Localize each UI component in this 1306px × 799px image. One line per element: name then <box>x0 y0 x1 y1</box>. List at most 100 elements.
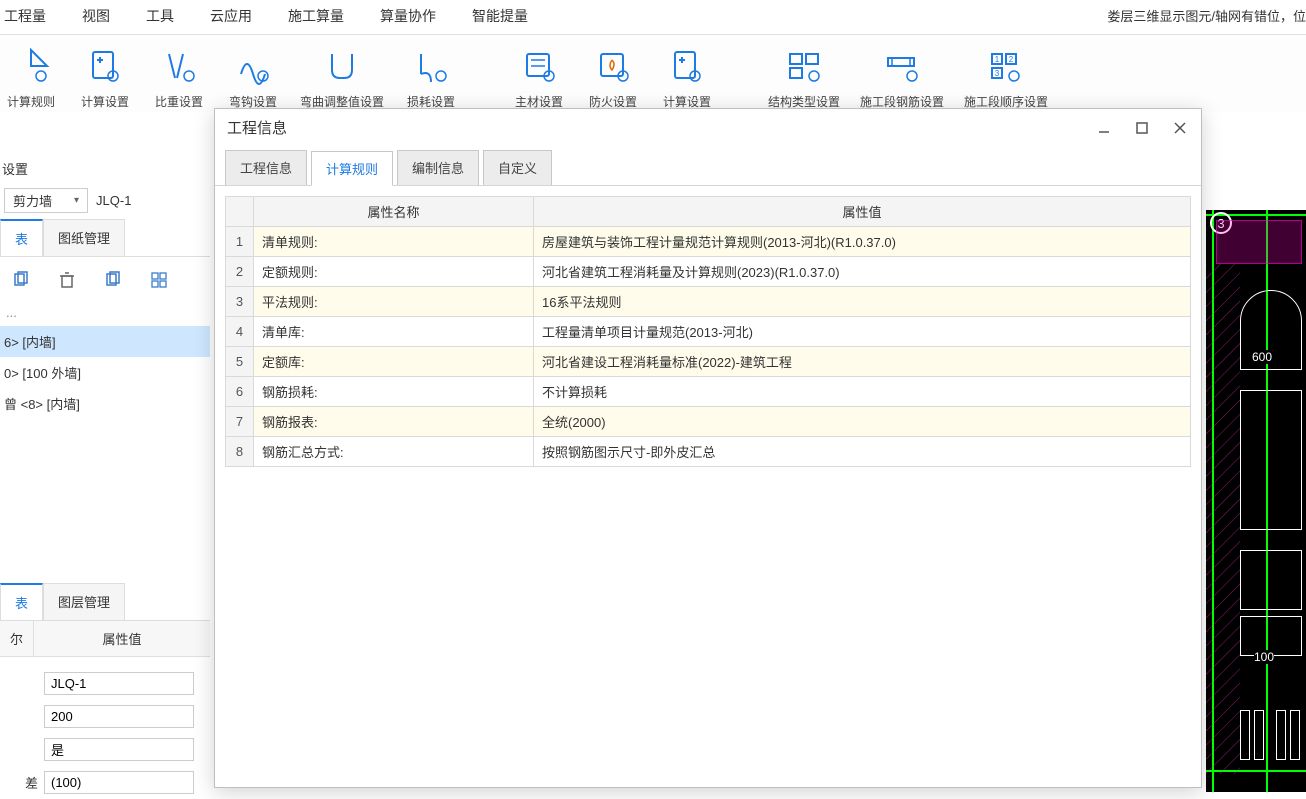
cell-attr-value[interactable]: 河北省建设工程消耗量标准(2022)-建筑工程 <box>534 347 1191 377</box>
status-text: 娄层三维显示图元/轴网有错位，位 <box>1107 6 1306 25</box>
search-placeholder[interactable]: ... <box>0 303 210 322</box>
tab-properties[interactable]: 表 <box>0 583 43 620</box>
wall-type-value: 剪力墙 <box>13 191 52 210</box>
menu-smart-extract[interactable]: 智能提量 <box>468 6 532 26</box>
table-row[interactable]: 3平法规则:16系平法规则 <box>226 287 1191 317</box>
prop-header-value: 属性值 <box>34 621 210 656</box>
component-tree: 6> [内墙] 0> [100 外墙] 曾 <8> [内墙] <box>0 322 210 423</box>
menu-engineering-qty[interactable]: 工程量 <box>0 6 50 26</box>
ribbon-calc-settings[interactable]: 计算设置 <box>78 45 132 110</box>
prop-row <box>0 667 210 700</box>
close-button[interactable] <box>1171 119 1189 137</box>
prop-row: 差 <box>0 766 210 799</box>
row-number: 3 <box>226 287 254 317</box>
ribbon-calc-rules[interactable]: 计算规则 <box>4 45 58 110</box>
ribbon-fire-settings[interactable]: 防火设置 <box>586 45 640 110</box>
calc-rules-table: 属性名称 属性值 1清单规则:房屋建筑与装饰工程计量规范计算规则(2013-河北… <box>225 196 1191 467</box>
calc-cfg-icon <box>666 45 708 87</box>
row-number: 2 <box>226 257 254 287</box>
tree-item[interactable]: 0> [100 外墙] <box>0 357 210 388</box>
dlg-tab-project-info[interactable]: 工程信息 <box>225 150 307 185</box>
cell-attr-name: 平法规则: <box>254 287 534 317</box>
cell-attr-value[interactable]: 16系平法规则 <box>534 287 1191 317</box>
paste-icon[interactable] <box>104 271 122 289</box>
ratio-icon <box>158 45 200 87</box>
cell-attr-value[interactable]: 工程量清单项目计量规范(2013-河北) <box>534 317 1191 347</box>
menu-view[interactable]: 视图 <box>78 6 114 26</box>
maximize-button[interactable] <box>1133 119 1151 137</box>
svg-text:2: 2 <box>1009 55 1014 64</box>
prop-label: 差 <box>4 773 38 792</box>
cell-attr-name: 清单库: <box>254 317 534 347</box>
th-attr-value: 属性值 <box>534 197 1191 227</box>
table-row[interactable]: 2定额规则:河北省建筑工程消耗量及计算规则(2023)(R1.0.37.0) <box>226 257 1191 287</box>
dlg-tab-custom[interactable]: 自定义 <box>483 150 552 185</box>
menu-qty-collab[interactable]: 算量协作 <box>376 6 440 26</box>
bend-icon <box>232 45 274 87</box>
prop-row <box>0 700 210 733</box>
table-row[interactable]: 7钢筋报表:全统(2000) <box>226 407 1191 437</box>
svg-text:1: 1 <box>995 55 1000 64</box>
ribbon-bend-adj[interactable]: 弯曲调整值设置 <box>300 45 384 110</box>
drawing-canvas[interactable]: 3 600 100 <box>1206 210 1306 792</box>
tree-item[interactable]: 曾 <8> [内墙] <box>0 388 210 419</box>
cell-attr-value[interactable]: 全统(2000) <box>534 407 1191 437</box>
table-corner <box>226 197 254 227</box>
ribbon-struct-type[interactable]: 结构类型设置 <box>768 45 840 110</box>
copy-icon[interactable] <box>12 271 30 289</box>
tab-drawing-management[interactable]: 图纸管理 <box>43 219 125 256</box>
cell-attr-name: 钢筋损耗: <box>254 377 534 407</box>
tab-layer-mgmt[interactable]: 图层管理 <box>43 583 125 620</box>
prop-input-name[interactable] <box>44 672 194 695</box>
ribbon-ratio-settings[interactable]: 比重设置 <box>152 45 206 110</box>
table-row[interactable]: 5定额库:河北省建设工程消耗量标准(2022)-建筑工程 <box>226 347 1191 377</box>
prop-input-offset[interactable] <box>44 771 194 794</box>
delete-icon[interactable] <box>58 271 76 289</box>
ribbon-calc-config[interactable]: 计算设置 <box>660 45 714 110</box>
row-number: 6 <box>226 377 254 407</box>
ribbon-label: 计算规则 <box>7 93 55 110</box>
loss-icon <box>410 45 452 87</box>
ribbon-bend-settings[interactable]: 弯钩设置 <box>226 45 280 110</box>
cell-attr-value[interactable]: 房屋建筑与装饰工程计量规范计算规则(2013-河北)(R1.0.37.0) <box>534 227 1191 257</box>
table-row[interactable]: 8钢筋汇总方式:按照钢筋图示尺寸-即外皮汇总 <box>226 437 1191 467</box>
row-number: 4 <box>226 317 254 347</box>
minimize-button[interactable] <box>1095 119 1113 137</box>
table-row[interactable]: 4清单库:工程量清单项目计量规范(2013-河北) <box>226 317 1191 347</box>
project-info-dialog: 工程信息 工程信息 计算规则 编制信息 自定义 属性名称 属性值 1清单规则:房… <box>214 108 1202 788</box>
cell-attr-value[interactable]: 不计算损耗 <box>534 377 1191 407</box>
ribbon-loss-settings[interactable]: 损耗设置 <box>404 45 458 110</box>
grid-icon[interactable] <box>150 271 168 289</box>
prop-input-thickness[interactable] <box>44 705 194 728</box>
prop-input-bool[interactable] <box>44 738 194 761</box>
calc-settings-icon <box>84 45 126 87</box>
cell-attr-name: 清单规则: <box>254 227 534 257</box>
row-number: 8 <box>226 437 254 467</box>
struct-type-icon <box>783 45 825 87</box>
cell-attr-value[interactable]: 河北省建筑工程消耗量及计算规则(2023)(R1.0.37.0) <box>534 257 1191 287</box>
main-menu: 工程量 视图 工具 云应用 施工算量 算量协作 智能提量 娄层三维显示图元/轴网… <box>0 0 1306 35</box>
menu-construction-qty[interactable]: 施工算量 <box>284 6 348 26</box>
menu-cloud-app[interactable]: 云应用 <box>206 6 256 26</box>
ribbon-main-material[interactable]: 主材设置 <box>512 45 566 110</box>
table-row[interactable]: 1清单规则:房屋建筑与装饰工程计量规范计算规则(2013-河北)(R1.0.37… <box>226 227 1191 257</box>
cell-attr-name: 钢筋汇总方式: <box>254 437 534 467</box>
ribbon-label: 比重设置 <box>155 93 203 110</box>
table-row[interactable]: 6钢筋损耗:不计算损耗 <box>226 377 1191 407</box>
fire-icon <box>592 45 634 87</box>
phase-rebar-icon <box>881 45 923 87</box>
dialog-tabs: 工程信息 计算规则 编制信息 自定义 <box>215 146 1201 186</box>
ribbon-phase-order[interactable]: 123 施工段顺序设置 <box>964 45 1048 110</box>
tree-item[interactable]: 6> [内墙] <box>0 326 210 357</box>
dlg-tab-calc-rules[interactable]: 计算规则 <box>311 151 393 186</box>
wall-type-dropdown[interactable]: 剪力墙 ▾ <box>4 188 88 213</box>
chevron-down-icon: ▾ <box>74 195 79 206</box>
prop-row <box>0 733 210 766</box>
section-settings-label: 设置 <box>0 155 210 182</box>
menu-tools[interactable]: 工具 <box>142 6 178 26</box>
cell-attr-value[interactable]: 按照钢筋图示尺寸-即外皮汇总 <box>534 437 1191 467</box>
ribbon-phase-rebar[interactable]: 施工段钢筋设置 <box>860 45 944 110</box>
prop-header-name: 尔 <box>0 621 34 656</box>
dlg-tab-compile-info[interactable]: 编制信息 <box>397 150 479 185</box>
tab-component-list[interactable]: 表 <box>0 219 43 256</box>
